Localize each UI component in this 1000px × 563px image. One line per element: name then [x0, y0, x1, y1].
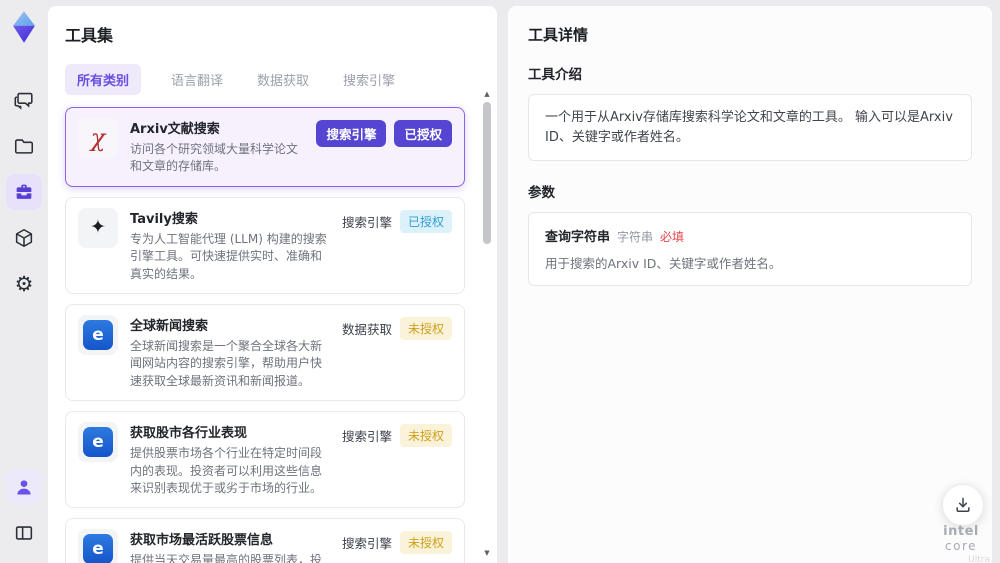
tool-card-tavily[interactable]: ✦ Tavily搜索 专为人工智能代理 (LLM) 构建的搜索引擎工具。可快速提… — [65, 196, 465, 294]
tab-data-fetching[interactable]: 数据获取 — [253, 64, 313, 95]
status-badge: 已授权 — [394, 120, 452, 147]
toolbox-icon — [16, 184, 32, 199]
scroll-down-arrow[interactable]: ▼ — [481, 549, 493, 557]
tool-description: 访问各个研究领域大量科学论文和文章的存储库。 — [130, 142, 299, 174]
cube-icon — [15, 228, 33, 248]
intro-card: 一个用于从Arxiv存储库搜索科学论文和文章的工具。 输入可以是Arxiv ID… — [528, 94, 972, 161]
tool-card-stock-sectors[interactable]: e 获取股市各行业表现 提供股票市场各个行业在特定时间段内的表现。投资者可以利用… — [65, 411, 465, 509]
status-badge: 未授权 — [399, 316, 452, 340]
tool-details-panel: 工具详情 工具介绍 一个用于从Arxiv存储库搜索科学论文和文章的工具。 输入可… — [508, 6, 992, 563]
sidebar-rail: ⚙ — [0, 0, 48, 563]
tool-list-panel: 工具集 所有类别 语言翻译 数据获取 搜索引擎 χ Arxiv文献搜索 访问各个… — [48, 6, 497, 563]
sidebar-item-files[interactable] — [6, 128, 42, 164]
tool-card-global-news[interactable]: e 全球新闻搜索 全球新闻搜索是一个聚合全球各大新闻网站内容的搜索引擎，帮助用户… — [65, 303, 465, 402]
tool-list: χ Arxiv文献搜索 访问各个研究领域大量科学论文和文章的存储库。 搜索引擎 … — [65, 107, 479, 563]
sidebar-item-panel-toggle[interactable] — [6, 515, 42, 551]
tool-name: Tavily搜索 — [130, 211, 198, 227]
sidebar-item-packages[interactable] — [6, 220, 42, 256]
category-badge: 搜索引擎 — [316, 120, 387, 147]
details-title: 工具详情 — [528, 26, 589, 44]
tool-card-arxiv[interactable]: χ Arxiv文献搜索 访问各个研究领域大量科学论文和文章的存储库。 搜索引擎 … — [65, 107, 465, 187]
tab-search-engine[interactable]: 搜索引擎 — [339, 64, 399, 95]
param-name: 查询字符串 — [545, 230, 611, 245]
app-logo-icon[interactable] — [9, 10, 39, 44]
ultra-label: Ultra — [968, 555, 990, 563]
intro-text: 一个用于从Arxiv存储库搜索科学论文和文章的工具。 输入可以是Arxiv ID… — [545, 110, 953, 145]
intro-heading: 工具介绍 — [528, 67, 582, 83]
category-label: 搜索引擎 — [341, 429, 392, 445]
param-required-label: 必填 — [660, 230, 685, 244]
tool-description: 全球新闻搜索是一个聚合全球各大新闻网站内容的搜索引擎，帮助用户快速获取全球最新资… — [130, 338, 323, 388]
status-badge: 已授权 — [399, 209, 452, 233]
chat-icon — [14, 92, 33, 110]
category-label: 数据获取 — [341, 321, 392, 337]
news-blue-logo-icon: e — [78, 529, 118, 563]
category-tabs: 所有类别 语言翻译 数据获取 搜索引擎 — [65, 64, 479, 95]
news-blue-logo-icon: e — [78, 422, 118, 463]
param-type: 字符串 — [617, 230, 654, 244]
category-label: 搜索引擎 — [341, 214, 392, 230]
arxiv-logo-icon: χ — [78, 118, 118, 158]
status-badge: 未授权 — [399, 531, 452, 555]
list-scrollbar[interactable]: ▲ ▼ — [481, 90, 493, 557]
tavily-logo-icon: ✦ — [78, 207, 118, 248]
tool-card-active-stocks[interactable]: e 获取市场最活跃股票信息 提供当天交易量最高的股票列表，投资者可以利用这些信息… — [65, 518, 465, 563]
status-badge: 未授权 — [399, 424, 452, 448]
folder-icon — [14, 139, 34, 154]
intel-wordmark: intel — [943, 524, 979, 539]
param-description: 用于搜索的Arxiv ID、关键字或作者姓名。 — [545, 256, 782, 271]
download-button[interactable] — [942, 484, 984, 526]
param-card: 查询字符串 字符串 必填 用于搜索的Arxiv ID、关键字或作者姓名。 — [528, 212, 972, 286]
tool-name: Arxiv文献搜索 — [130, 122, 220, 137]
page-title: 工具集 — [65, 26, 114, 45]
tool-description: 提供股票市场各个行业在特定时间段内的表现。投资者可以利用这些信息来识别表现优于或… — [130, 446, 323, 495]
tab-all-categories[interactable]: 所有类别 — [65, 64, 142, 95]
sidebar-item-chat[interactable] — [6, 82, 42, 118]
tab-language-translation[interactable]: 语言翻译 — [167, 64, 227, 95]
core-wordmark: core — [945, 539, 977, 553]
category-label: 搜索引擎 — [341, 536, 392, 552]
gear-icon: ⚙ — [14, 271, 34, 296]
tool-name: 获取股市各行业表现 — [130, 426, 248, 442]
split-panel-icon — [15, 526, 33, 540]
intel-core-logo: intel core Ultra — [928, 524, 994, 563]
tool-name: 全球新闻搜索 — [130, 318, 209, 334]
sidebar-item-account[interactable] — [6, 469, 42, 505]
scrollbar-thumb[interactable] — [483, 102, 491, 244]
params-heading: 参数 — [528, 185, 555, 201]
sidebar-item-settings[interactable]: ⚙ — [6, 266, 42, 302]
tool-description: 提供当天交易量最高的股票列表，投资者可以利用这些信息来识别流动性强的股票和潜在的… — [130, 553, 323, 563]
user-icon — [17, 480, 31, 495]
tool-name: 获取市场最活跃股票信息 — [130, 533, 274, 549]
sidebar-item-tools[interactable] — [6, 174, 42, 210]
download-icon — [956, 497, 970, 512]
scroll-up-arrow[interactable]: ▲ — [481, 90, 493, 98]
tool-description: 专为人工智能代理 (LLM) 构建的搜索引擎工具。可快速提供实时、准确和真实的结… — [130, 231, 327, 281]
news-blue-logo-icon: e — [78, 314, 118, 355]
